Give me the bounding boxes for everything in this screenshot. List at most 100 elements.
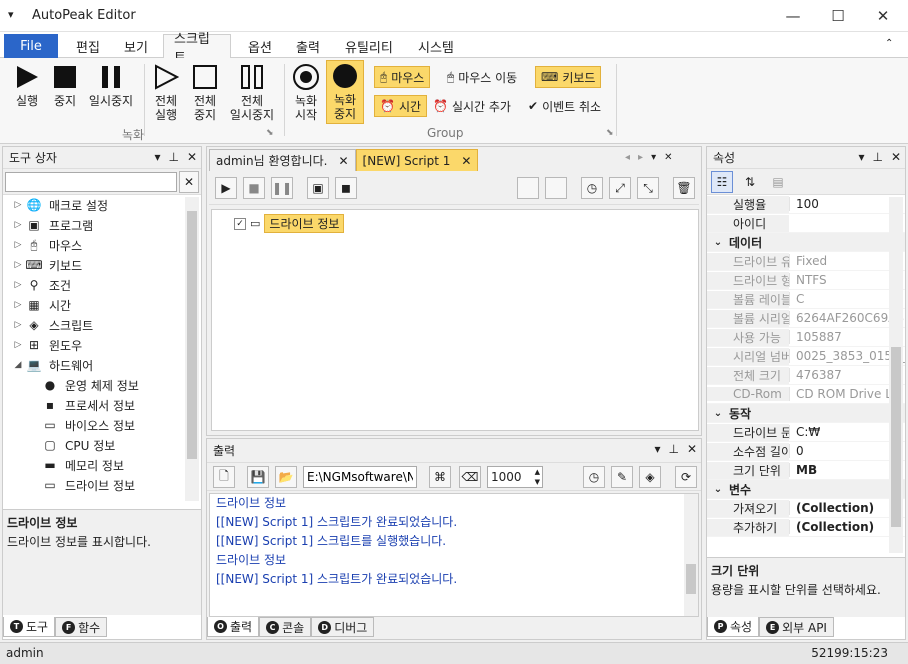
- property-row[interactable]: 시리얼 넘버 0025_3853_0151_: [707, 347, 905, 366]
- pen-button[interactable]: ✎: [611, 466, 633, 488]
- category-collapse-icon[interactable]: ⌄: [707, 408, 729, 419]
- dropdown-icon[interactable]: ▾: [858, 150, 864, 164]
- mouse-record-toggle[interactable]: 🖰 마우스: [374, 66, 431, 88]
- menu-edit[interactable]: 편집: [66, 34, 110, 58]
- tree-item[interactable]: ▷ ▣ 프로그램: [3, 215, 201, 235]
- property-value[interactable]: 476387: [789, 368, 905, 382]
- collapsed-arrow-icon[interactable]: ▷: [11, 260, 25, 270]
- output-scrollbar[interactable]: [684, 494, 698, 616]
- expand-button[interactable]: ⤢: [609, 177, 631, 199]
- timer-button[interactable]: ◷: [581, 177, 603, 199]
- property-row[interactable]: 가져오기 (Collection): [707, 499, 905, 518]
- tab-tools[interactable]: T 도구: [3, 617, 56, 637]
- run-all-button[interactable]: 전체 실행: [148, 62, 184, 124]
- menu-system[interactable]: 시스템: [408, 34, 464, 58]
- property-row[interactable]: 드라이브 문자C:₩: [707, 423, 905, 442]
- property-row[interactable]: 크기 단위 MB: [707, 461, 905, 480]
- play-button[interactable]: ▶: [215, 177, 237, 199]
- close-tab-icon[interactable]: ✕: [461, 154, 471, 168]
- realtime-add-toggle[interactable]: ⏰ 실시간 추가: [428, 95, 516, 117]
- property-category[interactable]: ⌄ 변수: [707, 480, 905, 499]
- collapsed-arrow-icon[interactable]: ▷: [11, 200, 25, 210]
- time-record-toggle[interactable]: ⏰ 시간: [374, 95, 428, 117]
- property-value[interactable]: 100: [789, 197, 905, 211]
- property-value[interactable]: CD ROM Drive Le: [789, 387, 905, 401]
- close-icon[interactable]: ✕: [891, 150, 901, 164]
- tree-item[interactable]: ● 운영 체제 정보: [3, 375, 201, 395]
- property-value[interactable]: 0: [789, 444, 905, 458]
- tab-properties[interactable]: P 속성: [707, 617, 760, 637]
- stop-button[interactable]: ■: [243, 177, 265, 199]
- property-value[interactable]: C: [789, 292, 905, 306]
- menu-options[interactable]: 옵션: [238, 34, 282, 58]
- tab-external-api[interactable]: E 외부 API: [759, 617, 834, 637]
- blank-button[interactable]: [545, 177, 567, 199]
- dropdown-icon[interactable]: ▾: [654, 442, 660, 456]
- property-value[interactable]: 6264AF260C69A8: [789, 311, 905, 325]
- log-path-input[interactable]: [303, 466, 417, 488]
- property-pages-button[interactable]: ▤: [767, 171, 789, 193]
- delete-button[interactable]: 🗑: [673, 177, 695, 199]
- menu-script[interactable]: 스크립트: [163, 32, 231, 66]
- scroll-right-icon[interactable]: ▸: [638, 152, 643, 163]
- clean-button[interactable]: ⌘: [429, 466, 451, 488]
- property-value[interactable]: (Collection): [789, 501, 905, 515]
- property-category[interactable]: ⌄ 데이터: [707, 233, 905, 252]
- tree-item[interactable]: ▷ ⊞ 윈도우: [3, 335, 201, 355]
- pause-button[interactable]: ❚❚: [271, 177, 293, 199]
- menu-utility[interactable]: 유틸리티: [335, 34, 403, 58]
- dropdown-icon[interactable]: ▾: [154, 150, 160, 164]
- group-launcher-icon[interactable]: ⬊: [606, 128, 614, 138]
- script-node[interactable]: 드라이브 정보: [264, 214, 345, 233]
- group-launcher-icon[interactable]: ⬊: [266, 128, 274, 138]
- property-value[interactable]: NTFS: [789, 273, 905, 287]
- close-tab-icon[interactable]: ✕: [338, 154, 348, 168]
- category-collapse-icon[interactable]: ⌄: [707, 237, 729, 248]
- pin-icon[interactable]: ⊥: [168, 150, 178, 164]
- run-button[interactable]: 실행: [8, 62, 46, 124]
- property-value[interactable]: 105887: [789, 330, 905, 344]
- tree-item[interactable]: ▷▤메세지 박스: [3, 495, 201, 499]
- pin-icon[interactable]: ⊥: [668, 442, 678, 456]
- collapse-button[interactable]: ⤡: [637, 177, 659, 199]
- property-row[interactable]: 사용 가능 105887: [707, 328, 905, 347]
- tab-output[interactable]: O 출력: [207, 617, 260, 637]
- scroll-thumb[interactable]: [891, 347, 901, 527]
- tree-item[interactable]: ▪ 프로세서 정보: [3, 395, 201, 415]
- menu-file[interactable]: File: [4, 34, 58, 58]
- collapsed-arrow-icon[interactable]: ▷: [11, 240, 25, 250]
- property-row[interactable]: 추가하기 (Collection): [707, 518, 905, 537]
- property-row[interactable]: 소수점 길이 0: [707, 442, 905, 461]
- step-button[interactable]: ▣: [307, 177, 329, 199]
- property-row[interactable]: 드라이브 형식NTFS: [707, 271, 905, 290]
- collapsed-arrow-icon[interactable]: ▷: [11, 300, 25, 310]
- property-value[interactable]: 0025_3853_0151_: [789, 349, 905, 363]
- tree-item[interactable]: ▬ 메모리 정보: [3, 455, 201, 475]
- category-collapse-icon[interactable]: ⌄: [707, 484, 729, 495]
- tree-item[interactable]: ▷ ▦ 시간: [3, 295, 201, 315]
- record-start-button[interactable]: 녹화 시작: [288, 62, 324, 124]
- timestamp-button[interactable]: ◷: [583, 466, 605, 488]
- toolbox-scrollbar[interactable]: [185, 197, 199, 501]
- save-button[interactable]: 💾: [247, 466, 269, 488]
- tab-console[interactable]: C 콘솔: [259, 617, 312, 637]
- property-category[interactable]: ⌄ 동작: [707, 404, 905, 423]
- refresh-button[interactable]: ⟳: [675, 466, 697, 488]
- tab-script-1[interactable]: [NEW] Script 1 ✕: [355, 149, 479, 171]
- menu-view[interactable]: 보기: [114, 34, 158, 58]
- tree-item[interactable]: ▷ ◈ 스크립트: [3, 315, 201, 335]
- scroll-thumb[interactable]: [686, 564, 696, 594]
- categorized-view-button[interactable]: ☷: [711, 170, 733, 193]
- event-cancel-toggle[interactable]: ✔ 이벤트 취소: [523, 95, 606, 117]
- collapsed-arrow-icon[interactable]: ▷: [11, 220, 25, 230]
- menu-output[interactable]: 출력: [286, 34, 330, 58]
- tree-item[interactable]: ▷ 🌐 매크로 설정: [3, 195, 201, 215]
- property-row[interactable]: 아이디: [707, 214, 905, 233]
- stop-all-button[interactable]: 전체 중지: [186, 62, 224, 124]
- mouse-move-toggle[interactable]: 🖱 마우스 이동: [442, 66, 522, 88]
- close-button[interactable]: ✕: [860, 0, 906, 32]
- property-row[interactable]: CD-Rom CD ROM Drive Le: [707, 385, 905, 404]
- tab-functions[interactable]: F 함수: [55, 617, 108, 637]
- close-icon[interactable]: ✕: [187, 150, 197, 164]
- clear-search-button[interactable]: ✕: [179, 171, 199, 193]
